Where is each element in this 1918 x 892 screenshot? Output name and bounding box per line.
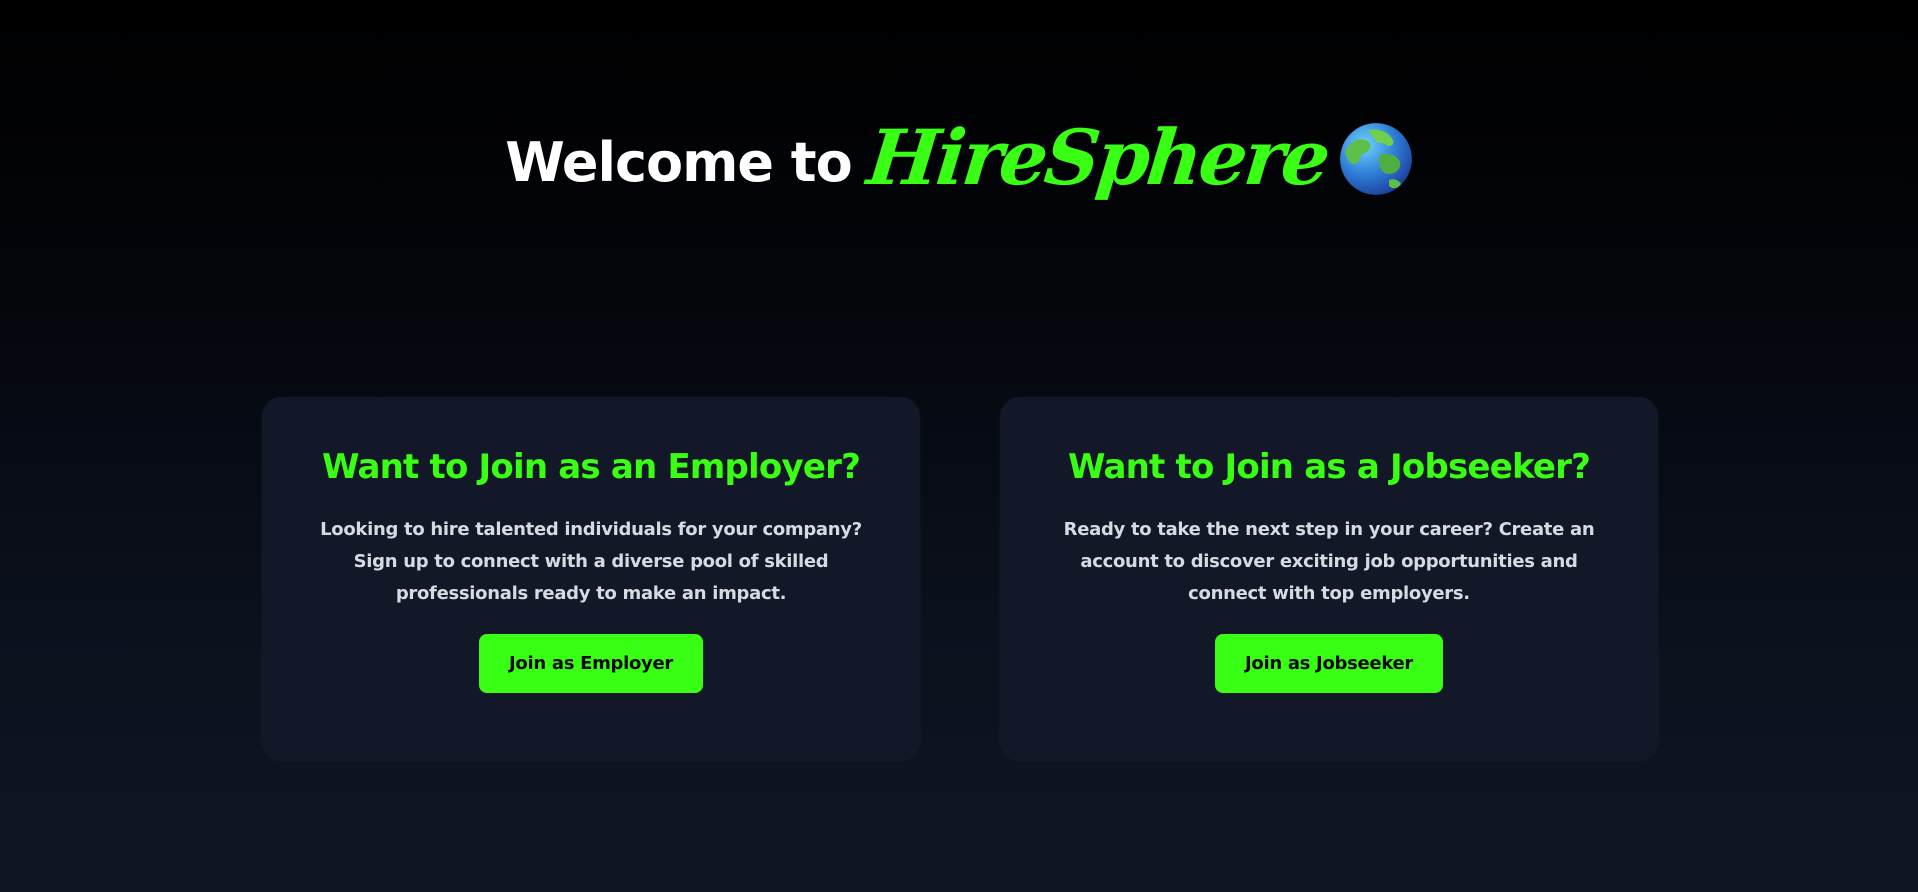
jobseeker-card-title: Want to Join as a Jobseeker?: [1067, 447, 1591, 487]
globe-icon: [1339, 122, 1413, 196]
welcome-text: Welcome to: [505, 130, 852, 194]
employer-card: Want to Join as an Employer? Looking to …: [262, 397, 920, 761]
employer-card-title: Want to Join as an Employer?: [321, 447, 861, 487]
jobseeker-card-description: Ready to take the next step in your care…: [1063, 519, 1595, 604]
brand-name: HireSphere: [863, 113, 1332, 202]
hero-heading: Welcome to HireSphere: [0, 113, 1918, 202]
employer-card-description: Looking to hire talented individuals for…: [320, 519, 862, 604]
join-options: Want to Join as an Employer? Looking to …: [262, 397, 1658, 761]
jobseeker-card: Want to Join as a Jobseeker? Ready to ta…: [1000, 397, 1658, 761]
join-as-jobseeker-button[interactable]: Join as Jobseeker: [1215, 634, 1443, 693]
join-as-employer-button[interactable]: Join as Employer: [479, 634, 703, 693]
